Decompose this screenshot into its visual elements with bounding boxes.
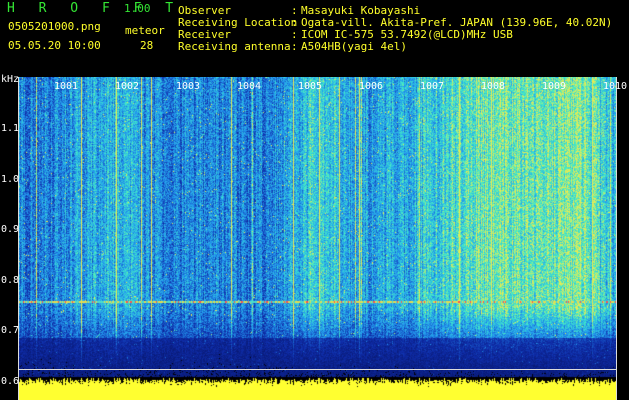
minute-tick-label: 1004 — [237, 81, 262, 92]
frequency-tick-label: 0.8 — [1, 274, 20, 286]
minute-tick-label: 1005 — [298, 81, 323, 92]
image-filename: 0505201000.png — [8, 20, 101, 33]
frequency-tick-label: 0.6 — [1, 375, 20, 387]
info-value: A504HB(yagi 4el) — [301, 40, 407, 53]
frequency-unit-label: kHz — [1, 74, 20, 85]
info-colon: : — [291, 40, 298, 53]
frequency-tick-label: 1.1 — [1, 123, 20, 134]
app-title: H R O F F T — [7, 1, 182, 16]
minute-tick-label: 1009 — [542, 81, 567, 92]
minute-tick-label: 1010 — [603, 81, 628, 92]
minute-tick-label: 1002 — [115, 81, 140, 92]
frequency-tick-label: 1.0 — [1, 173, 20, 185]
frame-right-line — [616, 77, 617, 400]
minute-tick-label: 1007 — [420, 81, 445, 92]
minute-tick-label: 1008 — [481, 81, 506, 92]
info-label: Receiving antenna — [178, 40, 291, 53]
mode-label: meteor — [125, 24, 165, 37]
minute-tick-label: 1006 — [359, 81, 384, 92]
frequency-tick-label: 0.7 — [1, 325, 20, 336]
meteor-count: 28 — [140, 39, 154, 52]
observation-datetime: 05.05.20 10:00 — [8, 39, 101, 52]
app-version: 1.00 — [124, 2, 151, 15]
minute-tick-label: 1001 — [54, 81, 79, 92]
spectrogram-image — [19, 77, 616, 400]
minute-tick-label: 1003 — [176, 81, 201, 92]
hrofft-window: H R O F F T 1.00 0505201000.png 05.05.20… — [0, 0, 629, 400]
frequency-tick-label: 0.9 — [1, 224, 20, 235]
spectrogram-panel — [19, 77, 616, 400]
noise-divider-line — [18, 369, 617, 370]
